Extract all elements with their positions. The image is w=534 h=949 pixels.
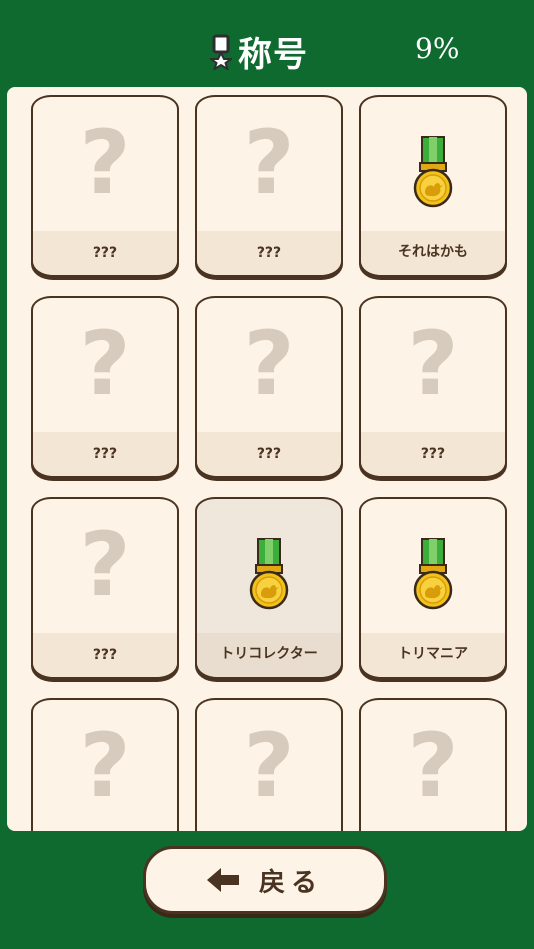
title-card[interactable]: ???? bbox=[31, 95, 179, 277]
medal-badge-icon bbox=[210, 34, 232, 70]
title-card[interactable]: トリマニア bbox=[359, 497, 507, 679]
title-label: ??? bbox=[420, 446, 446, 462]
title-card[interactable]: それはかも bbox=[359, 95, 507, 277]
locked-question-mark: ? bbox=[243, 714, 295, 817]
title-card[interactable]: ???? bbox=[31, 296, 179, 478]
title-card[interactable]: ? bbox=[359, 698, 507, 831]
header: 称号 9% bbox=[0, 0, 534, 86]
locked-question-mark: ? bbox=[243, 111, 295, 214]
arrow-left-icon bbox=[206, 868, 239, 892]
locked-question-mark: ? bbox=[79, 111, 131, 214]
title-card[interactable]: トリコレクター bbox=[195, 497, 343, 679]
title-label: ??? bbox=[92, 647, 118, 663]
medal-icon bbox=[249, 538, 289, 610]
page-title-text: 称号 bbox=[238, 35, 308, 75]
medal-icon bbox=[413, 538, 453, 610]
back-button-label: 戻る bbox=[258, 867, 323, 898]
title-card[interactable]: ???? bbox=[195, 95, 343, 277]
title-label: それはかも bbox=[398, 244, 468, 260]
locked-question-mark: ? bbox=[407, 714, 459, 817]
page-title: 称号 bbox=[210, 27, 308, 76]
titles-panel[interactable]: ???????? それはかも???????????????? トリコレクター トリマニ… bbox=[7, 87, 527, 831]
locked-question-mark: ? bbox=[79, 312, 131, 415]
locked-question-mark: ? bbox=[243, 312, 295, 415]
title-label: トリマニア bbox=[398, 646, 468, 662]
locked-question-mark: ? bbox=[79, 714, 131, 817]
locked-question-mark: ? bbox=[407, 312, 459, 415]
title-label: ??? bbox=[92, 446, 118, 462]
title-label: トリコレクター bbox=[220, 646, 318, 662]
title-card[interactable]: ???? bbox=[31, 497, 179, 679]
medal-icon bbox=[413, 136, 453, 208]
titles-grid: ???????? それはかも???????????????? トリコレクター トリマニ… bbox=[31, 95, 507, 831]
title-label: ??? bbox=[256, 245, 282, 261]
title-card[interactable]: ? bbox=[195, 698, 343, 831]
title-card[interactable]: ???? bbox=[195, 296, 343, 478]
title-card[interactable]: ???? bbox=[359, 296, 507, 478]
progress-percent: 9% bbox=[415, 32, 460, 65]
title-label: ??? bbox=[92, 245, 118, 261]
locked-question-mark: ? bbox=[79, 513, 131, 616]
title-card[interactable]: ? bbox=[31, 698, 179, 831]
back-button[interactable]: 戻る bbox=[143, 846, 387, 914]
title-label: ??? bbox=[256, 446, 282, 462]
